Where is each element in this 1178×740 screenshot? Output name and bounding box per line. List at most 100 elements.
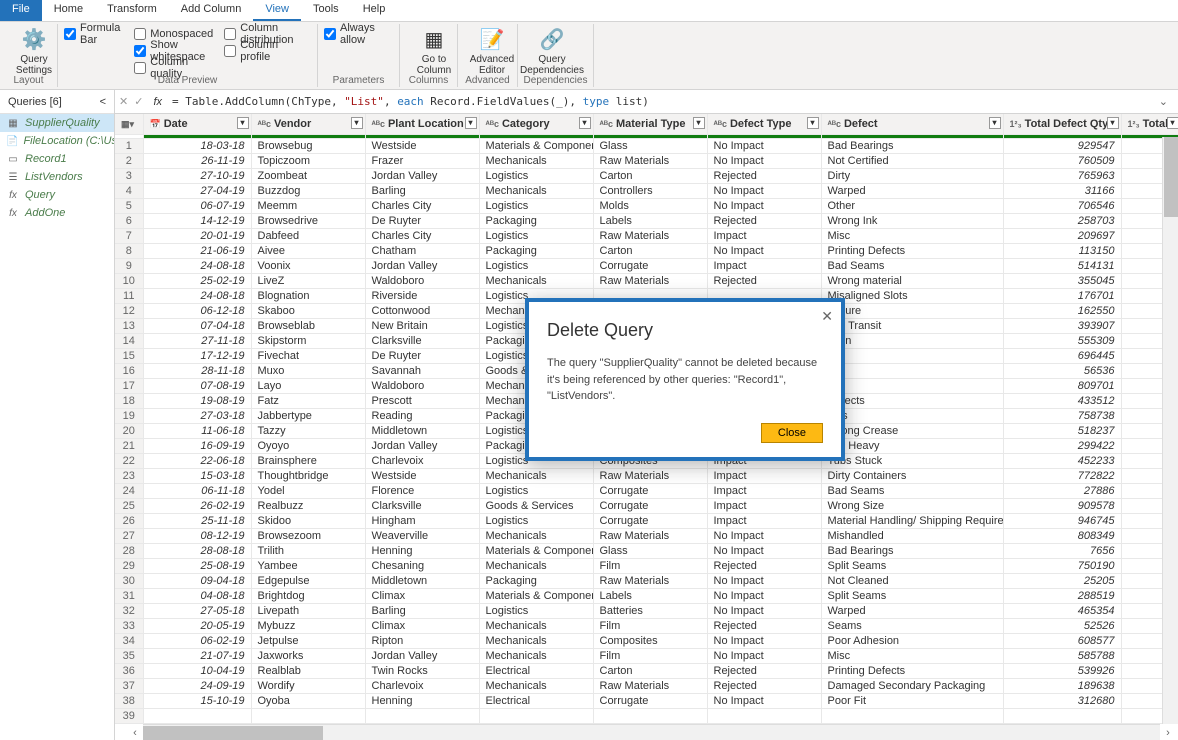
dependencies-icon: 🔗 (540, 27, 565, 52)
menu-addcolumn[interactable]: Add Column (169, 0, 254, 21)
menu-bar: File Home Transform Add Column View Tool… (0, 0, 1178, 22)
always-allow-checkbox[interactable]: Always allow (324, 26, 393, 42)
table-row[interactable]: 427-04-19BuzzdogBarlingMechanicalsContro… (115, 183, 1178, 198)
query-item-record1[interactable]: ▭Record1 (0, 150, 114, 168)
query-dependencies-button[interactable]: 🔗 Query Dependencies (524, 24, 580, 78)
table-row[interactable]: 2828-08-18TrilithHenningMaterials & Comp… (115, 543, 1178, 558)
dropdown-icon[interactable]: ▾ (807, 117, 819, 129)
column-header-category[interactable]: ᴬᴮcCategory▾ (479, 114, 593, 134)
column-header-total-defect-qty[interactable]: 1²₃Total Defect Qty▾ (1003, 114, 1121, 134)
dropdown-icon[interactable]: ▾ (237, 117, 249, 129)
table-icon: ▦ (6, 117, 20, 129)
column-header-vendor[interactable]: ᴬᴮcVendor▾ (251, 114, 365, 134)
cancel-formula-icon[interactable]: ✕ (119, 95, 128, 108)
dropdown-icon[interactable]: ▾ (465, 117, 477, 129)
group-parameters: Parameters (318, 75, 399, 86)
table-row[interactable]: 2708-12-19BrowsezoomWeavervilleMechanica… (115, 528, 1178, 543)
query-item-supplierquality[interactable]: ▦SupplierQuality (0, 114, 114, 132)
table-row[interactable]: 3815-10-19OyobaHenningElectricalCorrugat… (115, 693, 1178, 708)
query-item-query[interactable]: fxQuery (0, 186, 114, 204)
table-row[interactable]: 2315-03-18ThoughtbridgeWestsideMechanica… (115, 468, 1178, 483)
menu-tools[interactable]: Tools (301, 0, 351, 21)
scroll-right-icon[interactable]: › (1160, 725, 1176, 740)
dropdown-icon[interactable]: ▾ (579, 117, 591, 129)
delete-query-dialog: ✕ Delete Query The query "SupplierQualit… (525, 298, 845, 461)
collapse-sidebar-icon[interactable]: < (100, 96, 106, 108)
accept-formula-icon[interactable]: ✓ (134, 95, 143, 108)
formula-bar: ✕ ✓ fx = Table.AddColumn(ChType, "List",… (115, 90, 1178, 114)
ribbon: ⚙️ Query Settings Layout Formula Bar Mon… (0, 22, 1178, 90)
advanced-editor-button[interactable]: 📝 Advanced Editor (464, 24, 520, 78)
column-quality-checkbox[interactable]: Column quality (134, 60, 214, 76)
table-row[interactable]: 3610-04-19RealblabTwin RocksElectricalCa… (115, 663, 1178, 678)
table-row[interactable]: 614-12-19BrowsedriveDe RuyterPackagingLa… (115, 213, 1178, 228)
column-header-date[interactable]: 📅Date▾ (143, 114, 251, 134)
table-row[interactable]: 2925-08-19YambeeChesaningMechanicalsFilm… (115, 558, 1178, 573)
formula-input[interactable]: = Table.AddColumn(ChType, "List", each R… (172, 95, 1147, 108)
column-profile-checkbox[interactable]: Column profile (224, 43, 311, 59)
horizontal-scrollbar[interactable]: ‹ › (143, 724, 1160, 740)
table-row[interactable]: 3521-07-19JaxworksJordan ValleyMechanica… (115, 648, 1178, 663)
table-row[interactable]: 2526-02-19RealbuzzClarksvilleGoods & Ser… (115, 498, 1178, 513)
table-row[interactable]: 924-08-18VoonixJordan ValleyLogisticsCor… (115, 258, 1178, 273)
table-row[interactable]: 3227-05-18LivepathBarlingLogisticsBatter… (115, 603, 1178, 618)
table-row[interactable]: 720-01-19DabfeedCharles CityLogisticsRaw… (115, 228, 1178, 243)
dropdown-icon[interactable]: ▾ (693, 117, 705, 129)
menu-file[interactable]: File (0, 0, 42, 21)
table-row[interactable]: 1025-02-19LiveZWaldoboroMechanicalsRaw M… (115, 273, 1178, 288)
expand-formula-icon[interactable]: ⌄ (1153, 95, 1174, 108)
scroll-left-icon[interactable]: ‹ (127, 725, 143, 740)
menu-transform[interactable]: Transform (95, 0, 169, 21)
table-row[interactable]: 39 (115, 708, 1178, 723)
table-row[interactable]: 3009-04-18EdgepulseMiddletownPackagingRa… (115, 573, 1178, 588)
list-icon: ☰ (6, 171, 20, 183)
column-header-defect[interactable]: ᴬᴮcDefect▾ (821, 114, 1003, 134)
group-columns: Columns (400, 75, 457, 86)
menu-home[interactable]: Home (42, 0, 95, 21)
menu-view[interactable]: View (253, 0, 301, 21)
vertical-scrollbar[interactable] (1162, 137, 1178, 724)
table-row[interactable]: 2406-11-18YodelFlorenceLogisticsCorrugat… (115, 483, 1178, 498)
dropdown-icon[interactable]: ▾ (351, 117, 363, 129)
query-settings-button[interactable]: ⚙️ Query Settings (6, 24, 62, 78)
table-row[interactable]: 506-07-19MeemmCharles CityLogisticsMolds… (115, 198, 1178, 213)
column-header-rownum[interactable]: ▦▾ (115, 114, 143, 134)
fx-icon[interactable]: fx (149, 96, 166, 108)
table-row[interactable]: 226-11-19TopiczoomFrazerMechanicalsRaw M… (115, 153, 1178, 168)
dialog-close-button[interactable]: Close (761, 423, 823, 443)
query-item-addone[interactable]: fxAddOne (0, 204, 114, 222)
column-header-defect-type[interactable]: ᴬᴮcDefect Type▾ (707, 114, 821, 134)
fx-icon: fx (6, 189, 20, 201)
dropdown-icon[interactable]: ▾ (1107, 117, 1119, 129)
column-header-material-type[interactable]: ᴬᴮcMaterial Type▾ (593, 114, 707, 134)
table-row[interactable]: 3320-05-19MybuzzClimaxMechanicalsFilmRej… (115, 618, 1178, 633)
table-row[interactable]: 118-03-18BrowsebugWestsideMaterials & Co… (115, 138, 1178, 153)
group-dependencies: Dependencies (518, 75, 593, 86)
column-header-plant-location[interactable]: ᴬᴮcPlant Location▾ (365, 114, 479, 134)
query-item-listvendors[interactable]: ☰ListVendors (0, 168, 114, 186)
dropdown-icon[interactable]: ▾ (989, 117, 1001, 129)
group-datapreview: Data Preview (58, 75, 317, 86)
group-advanced: Advanced (458, 75, 517, 86)
table-row[interactable]: 3406-02-19JetpulseRiptonMechanicalsCompo… (115, 633, 1178, 648)
fx-icon: fx (6, 207, 20, 219)
gear-icon: ⚙️ (22, 27, 47, 52)
table-row[interactable]: 327-10-19ZoombeatJordan ValleyLogisticsC… (115, 168, 1178, 183)
record-icon: ▭ (6, 153, 20, 165)
query-item-filelocationcusers[interactable]: 📄FileLocation (C:\Users... (0, 132, 114, 150)
goto-column-button[interactable]: ▦ Go to Column (406, 24, 462, 78)
dialog-message: The query "SupplierQuality" cannot be de… (547, 355, 823, 405)
dropdown-icon[interactable]: ▾ (1167, 117, 1178, 129)
menu-help[interactable]: Help (351, 0, 398, 21)
table-row[interactable]: 3724-09-19WordifyCharlevoixMechanicalsRa… (115, 678, 1178, 693)
queries-sidebar: Queries [6] < ▦SupplierQuality📄FileLocat… (0, 90, 115, 740)
text-icon: 📄 (6, 135, 18, 147)
dialog-close-icon[interactable]: ✕ (821, 308, 833, 325)
editor-icon: 📝 (480, 27, 505, 52)
column-header-total-dow[interactable]: 1²₃Total Dow▾ (1121, 114, 1178, 134)
table-row[interactable]: 2625-11-18SkidooHinghamLogisticsCorrugat… (115, 513, 1178, 528)
table-row[interactable]: 821-06-19AiveeChathamPackagingCartonNo I… (115, 243, 1178, 258)
formula-bar-checkbox[interactable]: Formula Bar (64, 26, 124, 42)
table-row[interactable]: 3104-08-18BrightdogClimaxMaterials & Com… (115, 588, 1178, 603)
column-icon: ▦ (425, 27, 444, 52)
